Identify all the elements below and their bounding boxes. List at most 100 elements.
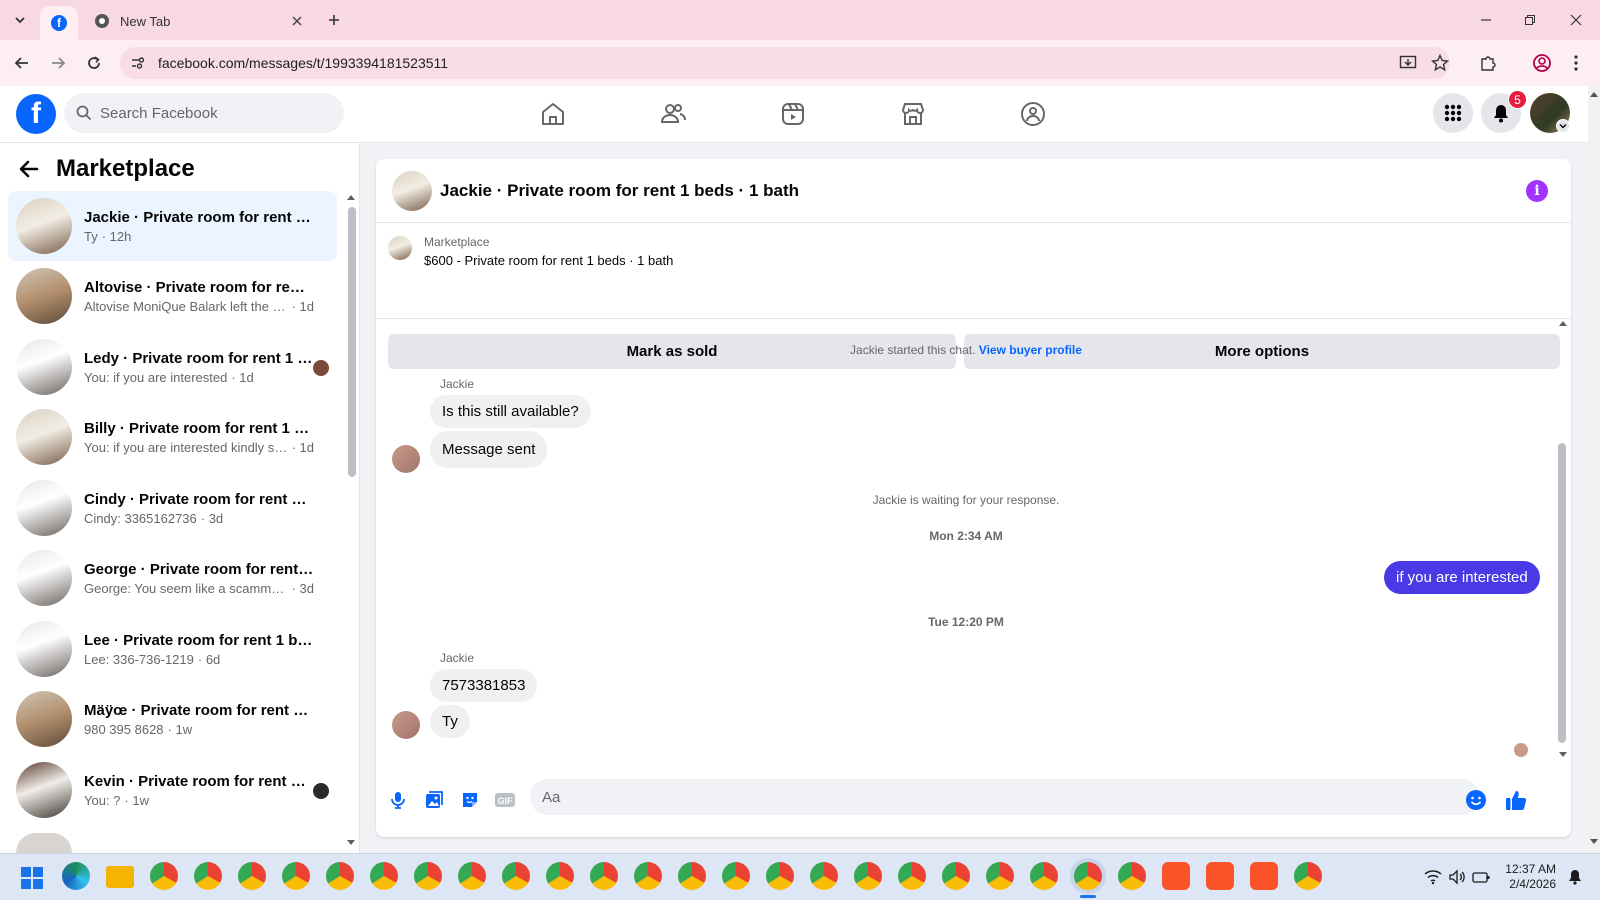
chrome-taskbar-icon[interactable] xyxy=(766,862,794,890)
facebook-logo[interactable]: f xyxy=(16,94,56,134)
chrome-taskbar-icon[interactable] xyxy=(282,862,310,890)
nav-marketplace[interactable] xyxy=(893,94,933,134)
chrome-taskbar-icon[interactable] xyxy=(722,862,750,890)
triangle-up-icon[interactable] xyxy=(1558,319,1568,327)
view-buyer-profile-link[interactable]: View buyer profile xyxy=(979,343,1082,357)
tab-facebook[interactable]: f xyxy=(40,6,78,40)
nav-video[interactable] xyxy=(773,94,813,134)
tab-new-tab[interactable]: New Tab xyxy=(84,6,312,36)
scroll-down-arrow[interactable] xyxy=(346,839,356,847)
bookmark-button[interactable] xyxy=(1428,51,1452,75)
message-bubble[interactable]: Message sent xyxy=(430,431,548,468)
sender-avatar[interactable] xyxy=(392,711,420,739)
chrome-taskbar-icon[interactable] xyxy=(194,862,222,890)
triangle-up-icon[interactable] xyxy=(1589,90,1599,98)
new-tab-button[interactable] xyxy=(322,8,346,32)
sender-avatar[interactable] xyxy=(392,445,420,473)
listing-thumbnail[interactable] xyxy=(388,236,412,260)
browser-menu-button[interactable] xyxy=(1564,51,1588,75)
search-box[interactable] xyxy=(64,93,344,133)
install-app-button[interactable] xyxy=(1396,51,1420,75)
triangle-down-icon[interactable] xyxy=(1558,751,1568,759)
close-icon[interactable] xyxy=(292,16,302,26)
chrome-taskbar-icon[interactable] xyxy=(634,862,662,890)
conversation-item[interactable]: Cindy · Private room for rent 1 beds · 1… xyxy=(8,473,337,543)
chrome-taskbar-icon-active[interactable] xyxy=(1074,862,1102,890)
chrome-taskbar-icon[interactable] xyxy=(898,862,926,890)
chrome-taskbar-icon[interactable] xyxy=(458,862,486,890)
conversation-item[interactable]: Ledy · Private room for rent 1 beds · 1 … xyxy=(8,332,337,402)
chrome-taskbar-icon[interactable] xyxy=(810,862,838,890)
like-button[interactable] xyxy=(1502,786,1530,814)
nav-groups[interactable] xyxy=(1013,94,1053,134)
chrome-taskbar-icon[interactable] xyxy=(1030,862,1058,890)
scrollbar-thumb[interactable] xyxy=(1558,443,1566,743)
chrome-taskbar-icon[interactable] xyxy=(942,862,970,890)
start-button[interactable] xyxy=(20,866,44,890)
gif-button[interactable]: GIF xyxy=(491,786,519,814)
chrome-taskbar-icon[interactable] xyxy=(150,862,178,890)
account-menu-chevron[interactable] xyxy=(1556,119,1570,133)
profile-button[interactable] xyxy=(1530,51,1554,75)
edge-taskbar-icon[interactable] xyxy=(62,862,90,890)
forward-button[interactable] xyxy=(46,51,70,75)
chrome-taskbar-icon[interactable] xyxy=(370,862,398,890)
chat-avatar[interactable] xyxy=(392,171,432,211)
search-input[interactable] xyxy=(100,104,320,122)
window-close-button[interactable] xyxy=(1564,8,1588,32)
back-arrow-icon[interactable] xyxy=(18,158,40,180)
message-bubble[interactable]: 7573381853 xyxy=(430,669,538,702)
conversation-item[interactable]: Mäÿœ · Private room for rent 1 beds · 1 … xyxy=(8,684,337,754)
conversation-list-scrollbar[interactable] xyxy=(348,207,356,477)
triangle-down-icon[interactable] xyxy=(1589,838,1599,846)
nav-home[interactable] xyxy=(533,94,573,134)
scroll-up-arrow[interactable] xyxy=(346,193,356,201)
voice-clip-button[interactable] xyxy=(384,786,412,814)
file-explorer-taskbar-icon[interactable] xyxy=(106,866,134,888)
tab-list-button[interactable] xyxy=(8,8,32,32)
minimize-button[interactable] xyxy=(1474,8,1498,32)
chrome-taskbar-icon[interactable] xyxy=(986,862,1014,890)
brave-taskbar-icon[interactable] xyxy=(1162,862,1190,890)
message-input[interactable] xyxy=(530,779,1480,815)
conversation-item[interactable]: Altovise · Private room for rent 1 beds … xyxy=(8,261,337,331)
chrome-taskbar-icon[interactable] xyxy=(1294,862,1322,890)
nav-friends[interactable] xyxy=(653,94,693,134)
chrome-taskbar-icon[interactable] xyxy=(590,862,618,890)
back-button[interactable] xyxy=(10,51,34,75)
extensions-button[interactable] xyxy=(1476,51,1500,75)
menu-button[interactable] xyxy=(1433,93,1473,133)
conversation-item[interactable]: Jackie · Private room for rent 1 beds · … xyxy=(8,191,337,261)
message-scrollbar[interactable] xyxy=(1556,319,1568,764)
info-icon[interactable]: i xyxy=(1526,180,1548,202)
sticker-button[interactable] xyxy=(456,786,484,814)
notification-center-button[interactable] xyxy=(1568,869,1582,885)
chrome-taskbar-icon[interactable] xyxy=(414,862,442,890)
chrome-taskbar-icon[interactable] xyxy=(1118,862,1146,890)
chrome-taskbar-icon[interactable] xyxy=(678,862,706,890)
conversation-item[interactable]: Lee · Private room for rent 1 beds · 1 b… xyxy=(8,614,337,684)
listing-title[interactable]: $600 - Private room for rent 1 beds · 1 … xyxy=(424,253,673,268)
brave-taskbar-icon[interactable] xyxy=(1250,862,1278,890)
brave-taskbar-icon[interactable] xyxy=(1206,862,1234,890)
wifi-icon[interactable] xyxy=(1424,869,1442,885)
site-info-icon[interactable] xyxy=(130,55,146,71)
chrome-taskbar-icon[interactable] xyxy=(854,862,882,890)
my-message-bubble[interactable]: if you are interested xyxy=(1384,561,1540,594)
address-bar[interactable]: facebook.com/messages/t/1993394181523511 xyxy=(120,47,1450,79)
reload-button[interactable] xyxy=(82,51,106,75)
message-bubble[interactable]: Is this still available? xyxy=(430,395,591,428)
conversation-item[interactable]: Billy · Private room for rent 1 beds · 1… xyxy=(8,402,337,472)
system-clock[interactable]: 12:37 AM 2/4/2026 xyxy=(1500,862,1556,892)
conversation-item[interactable]: Kevin · Private room for rent 1 beds · 1… xyxy=(8,755,337,825)
volume-icon[interactable] xyxy=(1448,869,1466,885)
attach-photo-button[interactable] xyxy=(420,786,448,814)
chrome-taskbar-icon[interactable] xyxy=(502,862,530,890)
chat-title[interactable]: Jackie · Private room for rent 1 beds · … xyxy=(440,181,799,201)
message-bubble[interactable]: Ty xyxy=(430,705,470,738)
chrome-taskbar-icon[interactable] xyxy=(238,862,266,890)
restore-button[interactable] xyxy=(1518,8,1542,32)
chrome-taskbar-icon[interactable] xyxy=(326,862,354,890)
emoji-button[interactable] xyxy=(1462,786,1490,814)
page-scrollbar[interactable] xyxy=(1588,86,1600,853)
